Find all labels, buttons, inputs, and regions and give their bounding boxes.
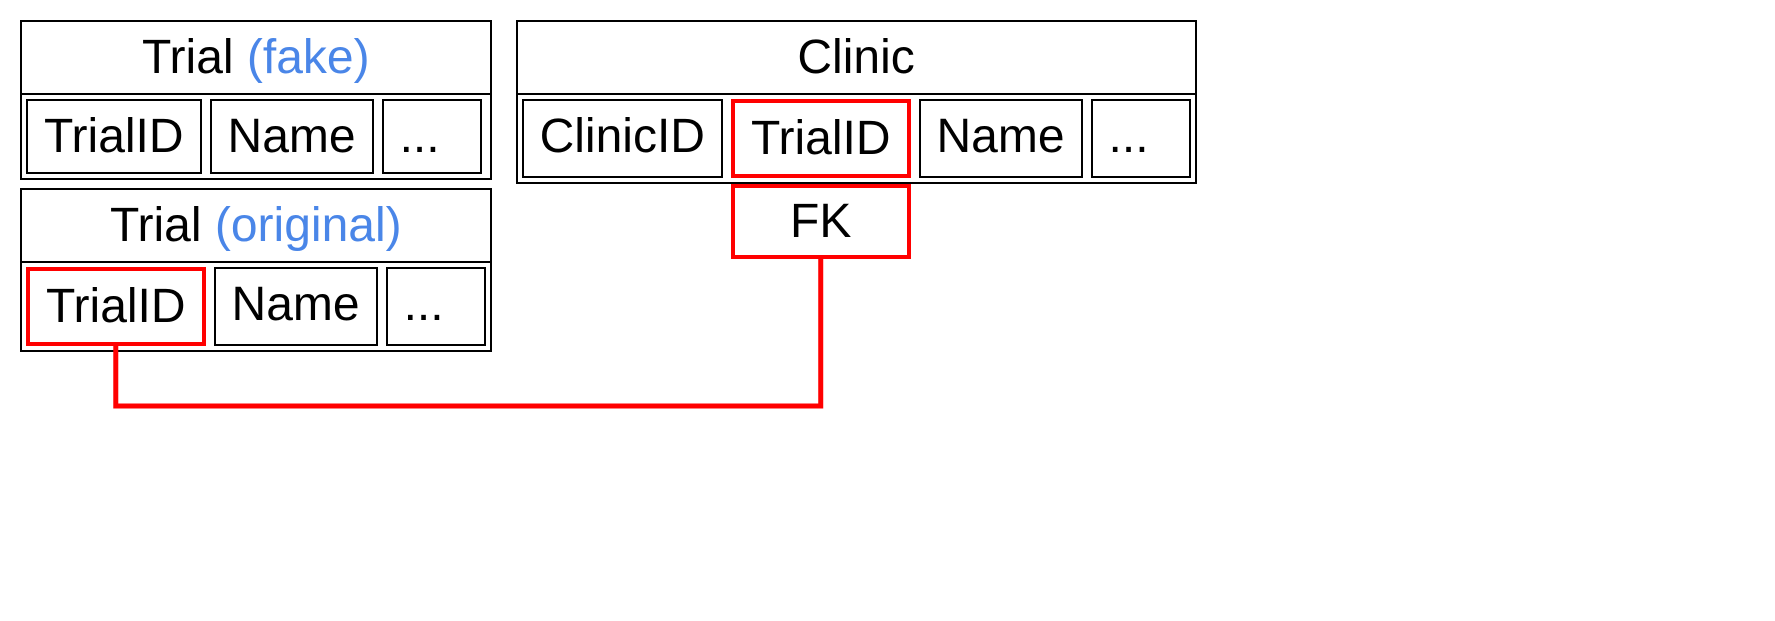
left-column: Trial (fake) TrialID Name ... Trial (ori…	[20, 20, 492, 352]
col-ellipsis: ...	[1091, 99, 1191, 178]
columns-row: TrialID Name ...	[22, 95, 490, 178]
col-clinicid: ClinicID	[522, 99, 723, 178]
table-title-trial-fake: Trial (fake)	[22, 22, 490, 95]
table-name: Clinic	[797, 31, 914, 84]
col-name: Name	[210, 99, 374, 174]
table-clinic: Clinic ClinicID TrialID Name ...	[516, 20, 1197, 184]
table-name: Trial	[142, 31, 234, 84]
columns-row: ClinicID TrialID Name ...	[518, 95, 1195, 182]
fk-label: FK	[731, 184, 911, 259]
table-trial-original: Trial (original) TrialID Name ...	[20, 188, 492, 352]
table-title-clinic: Clinic	[518, 22, 1195, 95]
diagram-container: Trial (fake) TrialID Name ... Trial (ori…	[20, 20, 1755, 352]
columns-row: TrialID Name ...	[22, 263, 490, 350]
table-name: Trial	[110, 199, 202, 252]
table-title-trial-original: Trial (original)	[22, 190, 490, 263]
table-annotation: (original)	[215, 199, 402, 252]
col-trialid-pk: TrialID	[26, 267, 206, 346]
col-ellipsis: ...	[386, 267, 486, 346]
col-trialid-fk: TrialID	[731, 99, 911, 178]
col-name: Name	[919, 99, 1083, 178]
col-name: Name	[214, 267, 378, 346]
table-trial-fake: Trial (fake) TrialID Name ...	[20, 20, 492, 180]
col-ellipsis: ...	[382, 99, 482, 174]
table-annotation: (fake)	[247, 31, 370, 84]
right-column: Clinic ClinicID TrialID Name ... FK	[516, 20, 1197, 184]
col-trialid: TrialID	[26, 99, 202, 174]
